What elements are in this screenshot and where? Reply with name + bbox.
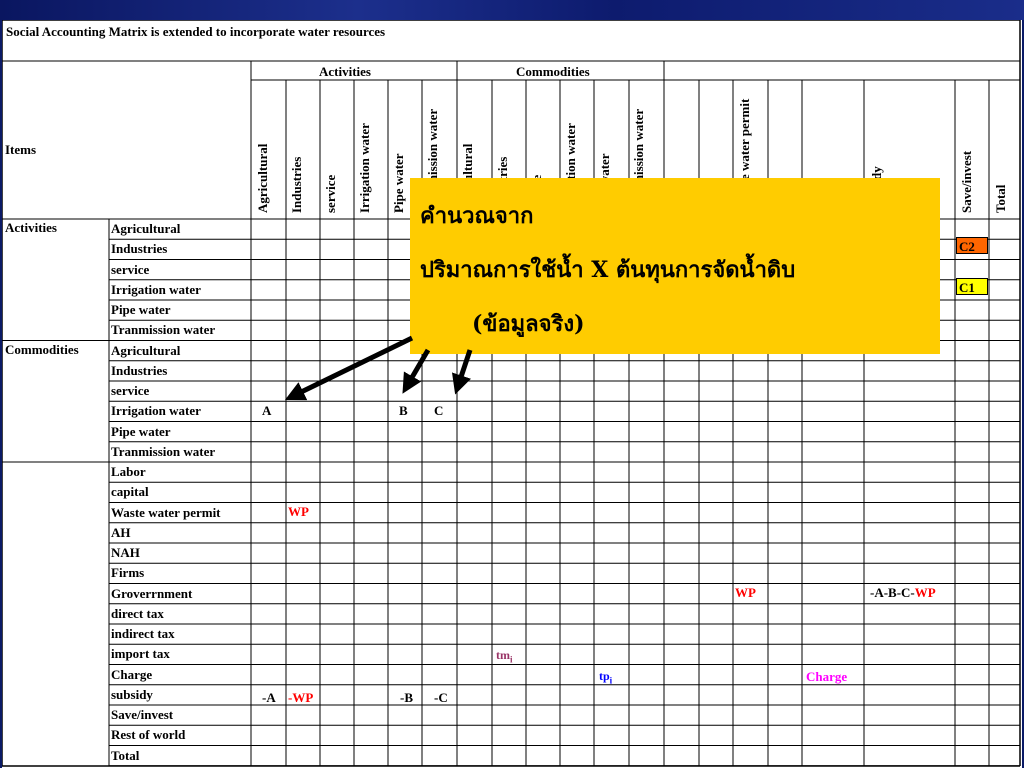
- cell-subsidy-b: -B: [400, 690, 413, 705]
- items-header: Items: [5, 142, 37, 157]
- callout-line-3: (ข้อมูลจริง): [472, 311, 585, 337]
- row-label: service: [111, 261, 150, 277]
- cell-c: C: [434, 403, 444, 418]
- cell-waste-water-permit-wp: WP: [288, 504, 309, 519]
- col-activity-service: service: [323, 174, 338, 213]
- row-label: direct tax: [111, 605, 164, 621]
- cell-a: A: [262, 403, 272, 418]
- government-formula-wp: WP: [914, 585, 936, 600]
- row-label: Pipe water: [111, 423, 171, 439]
- cell-subsidy-a: -A: [262, 690, 276, 705]
- cell-government-wp: WP: [735, 585, 756, 600]
- activities-header: Activities: [319, 64, 371, 79]
- row-label: Groverrnment: [111, 585, 193, 601]
- row-label: Waste water permit: [111, 504, 221, 520]
- page-title: Social Accounting Matrix is extended to …: [6, 24, 386, 39]
- row-label: Agricultural: [111, 342, 181, 358]
- row-label: Irrigation water: [111, 403, 201, 419]
- callout-line-1: คำนวณจาก: [420, 203, 534, 229]
- row-label: Pipe water: [111, 302, 171, 317]
- cell-b: B: [399, 403, 408, 418]
- cell-c2: C2: [956, 237, 988, 254]
- row-label: import tax: [111, 646, 170, 662]
- col-activity-irrigation-water: Irrigation water: [357, 123, 372, 213]
- cell-government-formula: -A-B-C-WP: [870, 586, 936, 599]
- col-save-invest: Save/invest: [959, 150, 974, 213]
- cell-import-tax-tm: tmi: [496, 649, 513, 664]
- row-label: Tranmission water: [111, 443, 216, 459]
- row-label: Firms: [111, 565, 145, 581]
- top-banner: [0, 0, 1024, 20]
- row-label: Irrigation water: [111, 281, 201, 297]
- row-label: Industries: [111, 241, 168, 257]
- col-total: Total: [993, 184, 1008, 213]
- row-label: Industries: [111, 362, 168, 378]
- commodities-header: Commodities: [516, 64, 590, 79]
- tm-subscript: i: [510, 654, 513, 665]
- col-activity-pipe-water: Pipe water: [391, 153, 406, 213]
- row-label: subsidy: [111, 686, 153, 702]
- row-group-activities: Activities: [5, 220, 57, 235]
- sam-sheet: Social Accounting Matrix is extended to …: [2, 20, 1022, 768]
- annotation-callout: คำนวณจาก ปริมาณการใช้น้ำ X ต้นทุนการจัดน…: [410, 178, 940, 354]
- row-label: capital: [111, 484, 149, 500]
- col-waste-water-permit: e water permit: [737, 98, 752, 180]
- row-group-commodities: Commodities: [5, 342, 79, 357]
- government-formula-part: -A-B-C-: [870, 585, 915, 600]
- row-label: Charge: [111, 666, 153, 682]
- cell-subsidy-c: -C: [434, 690, 448, 705]
- row-label: Agricultural: [111, 221, 181, 236]
- tm-label: tm: [496, 648, 510, 662]
- callout-line-2: ปริมาณการใช้น้ำ X ต้นทุนการจัดน้ำดิบ: [420, 257, 796, 283]
- col-activity-industries: Industries: [289, 156, 304, 213]
- cell-subsidy-wp: -WP: [288, 690, 314, 705]
- cell-c1: C1: [956, 278, 988, 295]
- col-activity-agricultural: Agricultural: [255, 143, 270, 213]
- row-label: AH: [111, 524, 131, 540]
- row-label: Rest of world: [111, 727, 186, 743]
- tp-label: tp: [599, 669, 610, 683]
- row-label: Total: [111, 747, 140, 763]
- row-label: Save/invest: [111, 707, 174, 722]
- tp-subscript: i: [609, 675, 613, 686]
- row-label: Labor: [111, 464, 146, 479]
- row-label: indirect tax: [111, 626, 175, 641]
- row-label: Tranmission water: [111, 322, 216, 338]
- row-label: service: [111, 383, 150, 398]
- row-label: NAH: [111, 545, 140, 560]
- cell-charge-tp: tpi: [599, 670, 612, 685]
- cell-charge: Charge: [806, 669, 848, 684]
